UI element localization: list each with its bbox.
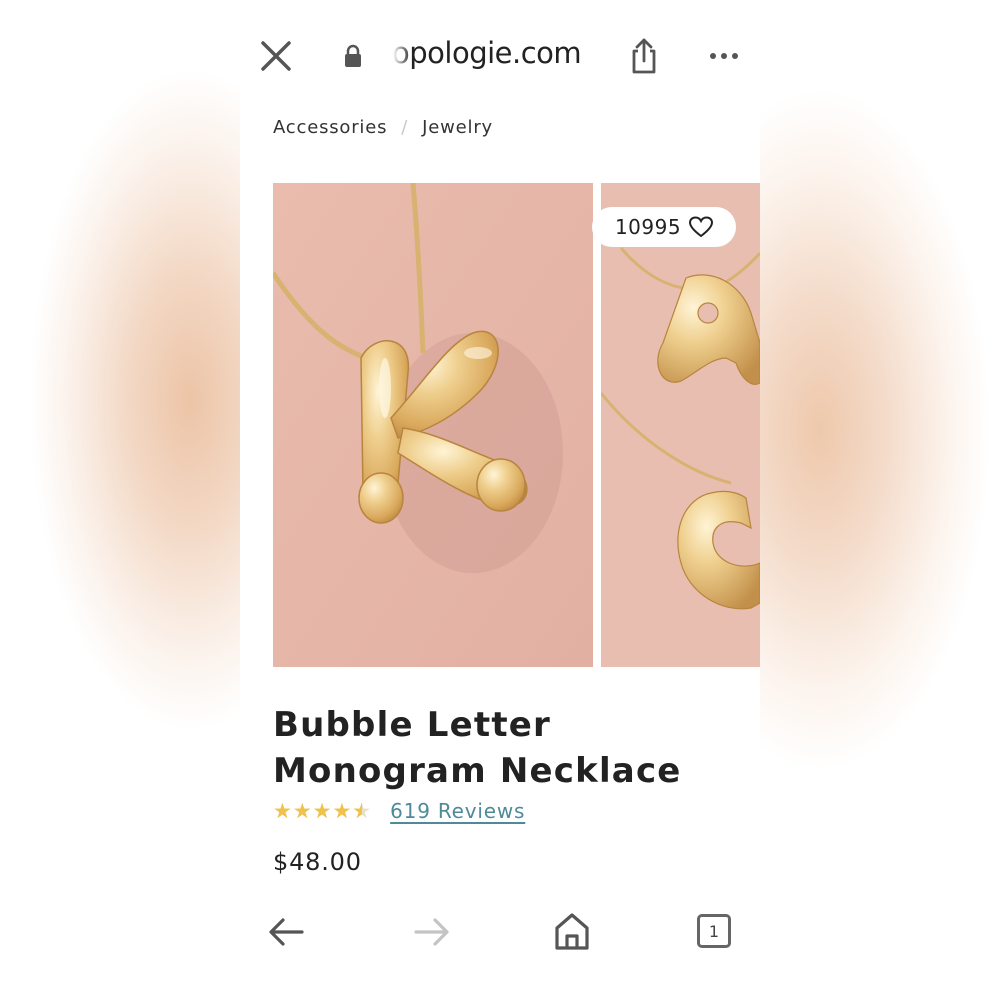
breadcrumb-separator: /: [401, 117, 409, 138]
product-image-k-pendant[interactable]: [273, 183, 593, 667]
browser-top-bar: opologie.com: [240, 0, 760, 100]
rating-row: ★★★★★ ★★★★★ 619 Reviews: [273, 798, 525, 824]
lock-icon: [345, 44, 361, 67]
favorite-button[interactable]: 10995: [592, 207, 736, 247]
url-fade: [388, 34, 412, 74]
breadcrumb-jewelry[interactable]: Jewelry: [422, 117, 493, 138]
blurred-background-right: [760, 0, 1000, 1000]
phone-screen: opologie.com Accessories / Jewelry 10995…: [240, 0, 760, 1000]
a-c-pendants-illustration: [601, 183, 760, 667]
heart-icon: [689, 216, 714, 238]
share-icon[interactable]: [628, 36, 660, 76]
product-price: $48.00: [273, 848, 362, 876]
tab-count: 1: [708, 921, 720, 941]
home-icon[interactable]: [552, 910, 592, 952]
product-image-a-c-pendants[interactable]: [601, 183, 760, 667]
tabs-icon[interactable]: 1: [697, 914, 731, 948]
favorites-count: 10995: [614, 215, 682, 239]
url-text[interactable]: opologie.com: [392, 36, 582, 70]
close-icon[interactable]: [258, 38, 294, 74]
back-arrow-icon[interactable]: [266, 912, 308, 952]
product-title: Bubble Letter Monogram Necklace: [273, 705, 682, 791]
blurred-background-left: [0, 0, 240, 1000]
forward-arrow-icon[interactable]: [410, 912, 452, 952]
breadcrumb: Accessories / Jewelry: [273, 117, 493, 138]
k-pendant-illustration: [273, 183, 593, 667]
star-rating: ★★★★★ ★★★★★: [273, 798, 372, 824]
breadcrumb-accessories[interactable]: Accessories: [273, 117, 387, 138]
more-icon[interactable]: [708, 44, 740, 68]
stars-filled: ★★★★★: [273, 799, 362, 823]
reviews-link[interactable]: 619 Reviews: [390, 799, 525, 823]
